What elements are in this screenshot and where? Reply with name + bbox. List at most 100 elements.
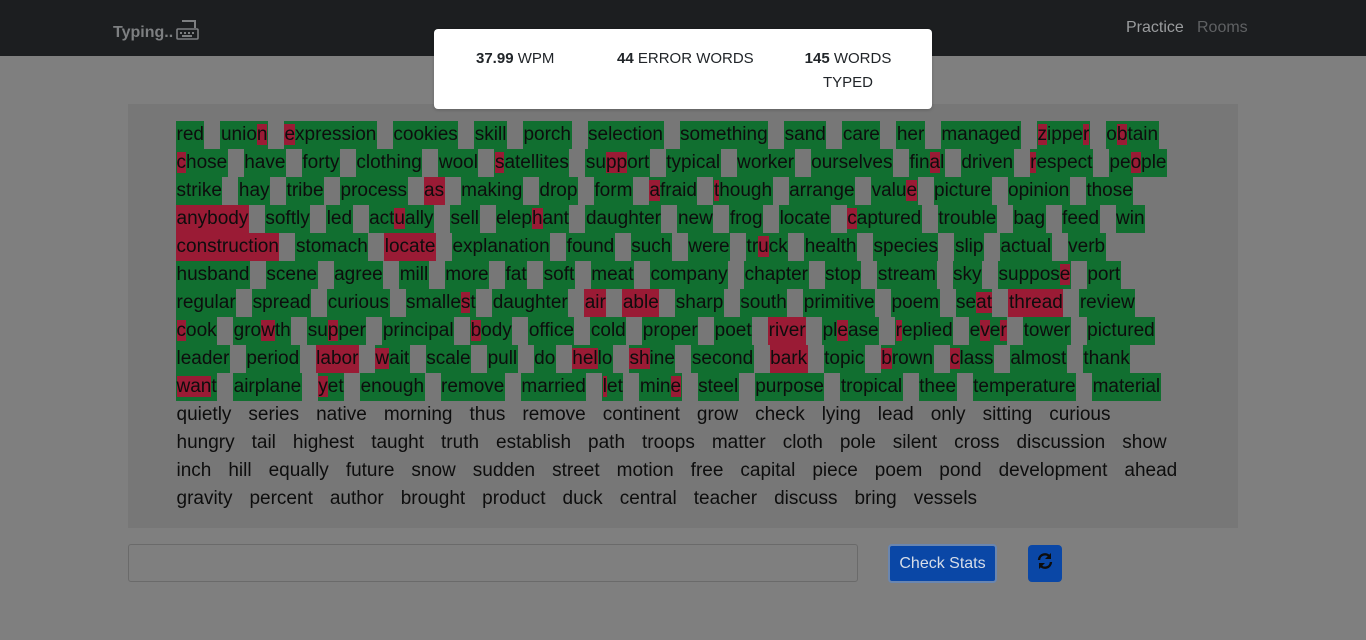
pending-word: truth (441, 432, 480, 453)
typed-word: people (1108, 149, 1167, 177)
typed-word: curious (327, 289, 390, 317)
typed-word: final (908, 149, 945, 177)
typed-word: explanation (451, 233, 551, 261)
pending-word: future (345, 460, 395, 481)
pending-word: percent (249, 488, 313, 509)
typed-word: species (873, 233, 939, 261)
pending-word: sitting (982, 404, 1033, 425)
typed-word: thee (918, 373, 957, 401)
typed-word: cook (176, 317, 218, 345)
typed-word: obtain (1105, 121, 1159, 149)
pending-word: discuss (774, 488, 838, 509)
typed-word: clothing (355, 149, 423, 177)
pending-word: remove (522, 404, 586, 425)
typed-word: have (243, 149, 286, 177)
typed-word: daughter (492, 289, 569, 317)
check-stats-button[interactable]: Check Stats (888, 544, 997, 583)
typed-word: steel (697, 373, 739, 401)
pending-word: path (588, 432, 626, 453)
typed-word: agree (333, 261, 384, 289)
typed-word: stream (877, 261, 937, 289)
typed-word: arrange (788, 177, 856, 205)
typed-word: found (566, 233, 615, 261)
typed-word: soft (543, 261, 575, 289)
typed-word: body (470, 317, 513, 345)
typed-word: almost (1009, 345, 1067, 373)
nav-rooms[interactable]: Rooms (1197, 19, 1248, 37)
typed-word: something (679, 121, 769, 149)
typed-word: primitive (803, 289, 876, 317)
typed-word: hay (238, 177, 271, 205)
typed-word: shine (628, 345, 676, 373)
typed-word: spread (252, 289, 312, 317)
typed-word: office (528, 317, 575, 345)
pending-word: teacher (693, 488, 758, 509)
typed-word: poet (714, 317, 753, 345)
typed-word: tropical (840, 373, 903, 401)
pending-word: gravity (176, 488, 233, 509)
pending-word: morning (383, 404, 453, 425)
typed-word: port (1086, 261, 1121, 289)
pending-word: highest (292, 432, 355, 453)
typed-word: seat (955, 289, 993, 317)
pending-word: cloth (782, 432, 823, 453)
pending-word: troops (642, 432, 695, 453)
typed-word: mill (399, 261, 429, 289)
typed-word: class (949, 345, 994, 373)
typed-word: typical (665, 149, 721, 177)
typed-word: worker (736, 149, 795, 177)
typed-word: ever (969, 317, 1008, 345)
refresh-button[interactable] (1028, 545, 1062, 582)
words-typed-label: WORDS TYPED (822, 50, 892, 91)
typed-word: proper (642, 317, 699, 345)
pending-word: product (482, 488, 546, 509)
typed-word: replied (895, 317, 954, 345)
words-typed-stat: 145 WORDS TYPED (794, 47, 902, 95)
pending-word: continent (602, 404, 680, 425)
pending-word: show (1122, 432, 1167, 453)
keyboard-icon (174, 18, 200, 47)
typed-word: picture (933, 177, 992, 205)
typed-word: daughter (585, 205, 662, 233)
pending-word: central (619, 488, 677, 509)
typed-word: principal (382, 317, 455, 345)
pending-word: series (248, 404, 300, 425)
pending-word: vessels (913, 488, 978, 509)
typed-word: tower (1023, 317, 1071, 345)
pending-word: capital (740, 460, 796, 481)
typed-word: construction (176, 233, 280, 261)
pending-word: discussion (1016, 432, 1106, 453)
typed-word: were (687, 233, 731, 261)
wpm-value: 37.99 (476, 50, 514, 67)
pending-word: duck (562, 488, 603, 509)
typed-word: material (1092, 373, 1161, 401)
error-words-label: ERROR WORDS (637, 50, 754, 67)
typed-word: ourselves (810, 149, 893, 177)
typed-word: remove (440, 373, 505, 401)
typed-word: sharp (675, 289, 724, 317)
typing-input[interactable] (128, 544, 858, 582)
pending-word: taught (371, 432, 425, 453)
brand[interactable]: Typing.. (113, 18, 200, 47)
typed-word: captured (846, 205, 922, 233)
wpm-stat: 37.99 WPM (476, 47, 554, 71)
pending-word: tail (251, 432, 276, 453)
typed-word: wait (374, 345, 410, 373)
typed-word: purpose (754, 373, 825, 401)
typed-word: such (630, 233, 672, 261)
pending-word: quietly (176, 404, 232, 425)
typed-word: new (677, 205, 714, 233)
stats-card: 37.99 WPM 44 ERROR WORDS 145 WORDS TYPED (434, 29, 932, 109)
typed-word: supper (307, 317, 367, 345)
typed-word: frog (729, 205, 764, 233)
pending-word: development (998, 460, 1108, 481)
pending-word: establish (496, 432, 572, 453)
typed-word: value (871, 177, 918, 205)
pending-word: hungry (176, 432, 235, 453)
typed-word: verb (1067, 233, 1106, 261)
nav-practice[interactable]: Practice (1126, 19, 1184, 37)
typed-word: wool (438, 149, 479, 177)
typed-word: please (822, 317, 880, 345)
typed-word: process (340, 177, 408, 205)
typed-word: porch (522, 121, 572, 149)
